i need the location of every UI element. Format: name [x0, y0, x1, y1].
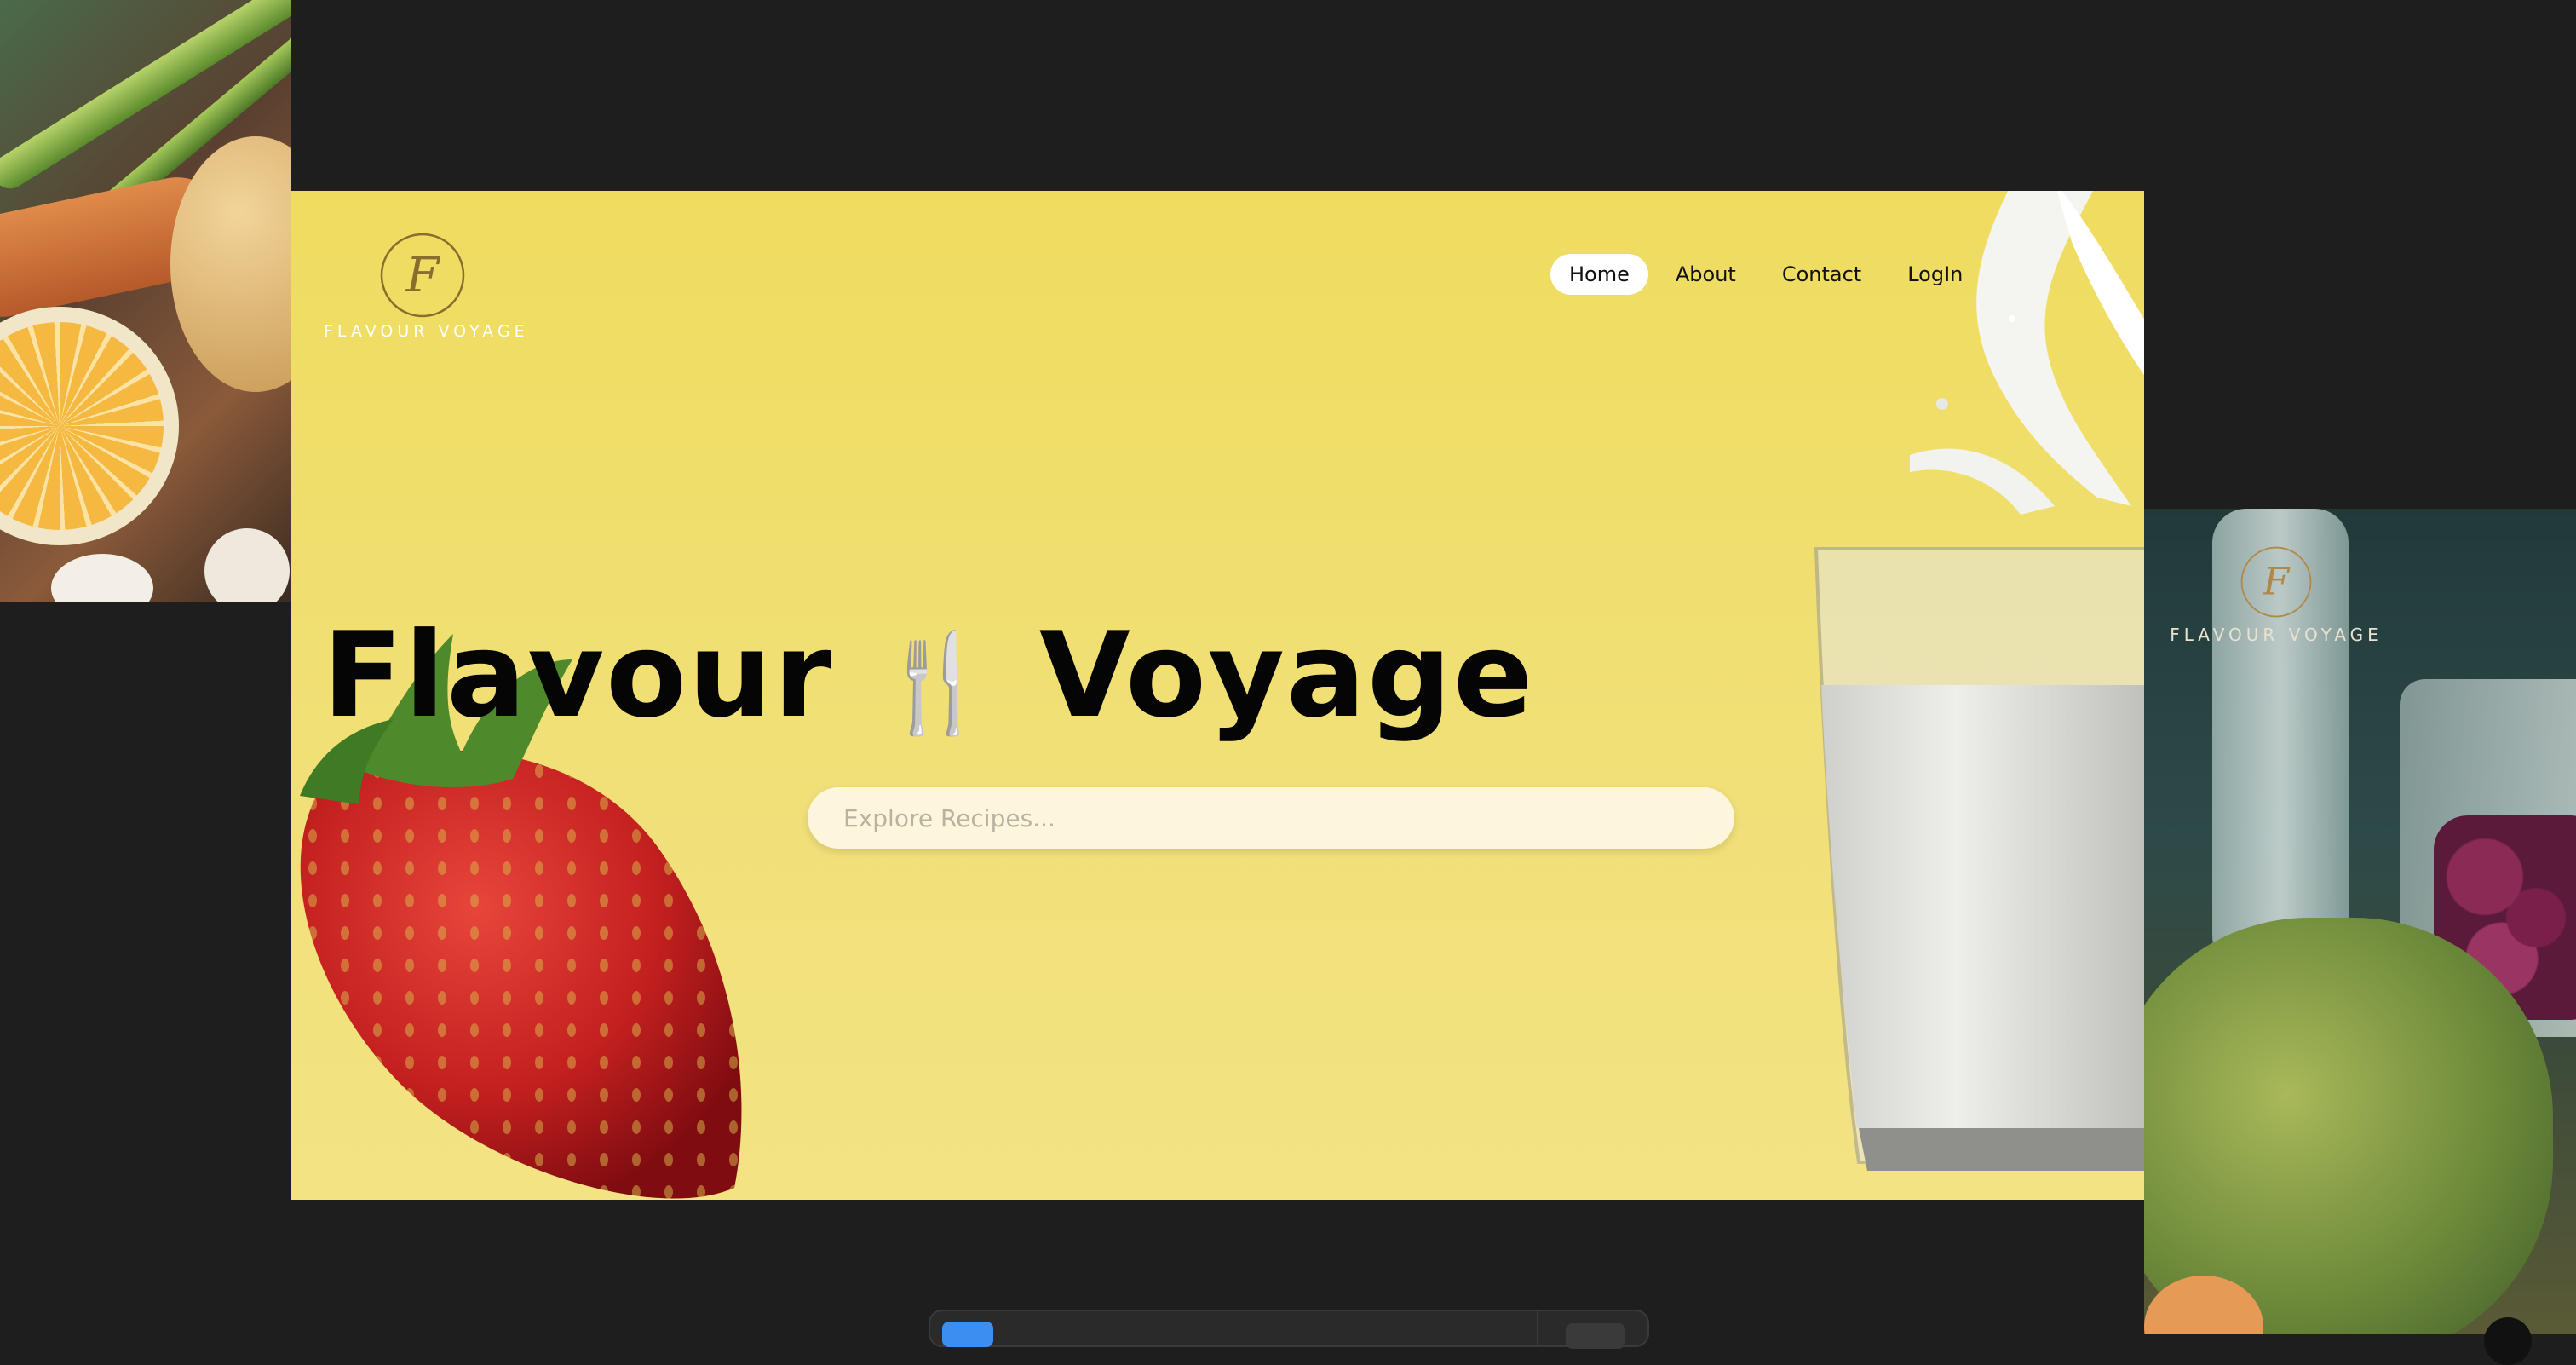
help-button[interactable]	[2484, 1317, 2532, 1365]
fork-knife-icon: 🍴	[876, 628, 997, 739]
lettuce-illustration	[2144, 918, 2553, 1334]
logo-ring-icon: F	[380, 233, 465, 318]
main-nav: Home About Contact LogIn	[1550, 252, 1981, 297]
nav-contact[interactable]: Contact	[1763, 254, 1880, 295]
logo-ring-icon: F	[2240, 546, 2312, 618]
garlic-illustration	[51, 554, 153, 602]
dock-item[interactable]	[1566, 1323, 1625, 1349]
dock-app-icon[interactable]	[942, 1322, 993, 1347]
taskbar-dock	[929, 1310, 1649, 1349]
recipe-search-input[interactable]	[808, 787, 1734, 849]
lemon-slice-illustration	[0, 307, 179, 545]
logo-letter: F	[405, 248, 441, 303]
dock-divider	[1537, 1311, 1538, 1345]
potato-illustration	[170, 136, 291, 392]
milk-glass-illustration	[1814, 547, 2144, 1171]
brand-name: FLAVOUR VOYAGE	[324, 322, 529, 341]
right-food-illustration: F FLAVOUR VOYAGE	[2144, 509, 2576, 1334]
nav-home[interactable]: Home	[1550, 254, 1648, 295]
hero-title-left: Flavour	[322, 607, 834, 744]
hero-title-right: Voyage	[1038, 607, 1535, 744]
hero-section: F FLAVOUR VOYAGE Home About Contact LogI…	[291, 191, 2144, 1200]
logo-letter: F	[2263, 561, 2291, 604]
right-preview-logo: F FLAVOUR VOYAGE	[2144, 543, 2408, 645]
garlic-illustration	[204, 528, 290, 602]
nav-about[interactable]: About	[1657, 254, 1755, 295]
brand-name: FLAVOUR VOYAGE	[2170, 625, 2383, 645]
left-food-illustration	[0, 0, 291, 602]
hero-title: Flavour 🍴 Voyage	[291, 617, 1566, 734]
brand-logo[interactable]: F FLAVOUR VOYAGE	[324, 228, 529, 341]
nav-login[interactable]: LogIn	[1889, 254, 1981, 295]
